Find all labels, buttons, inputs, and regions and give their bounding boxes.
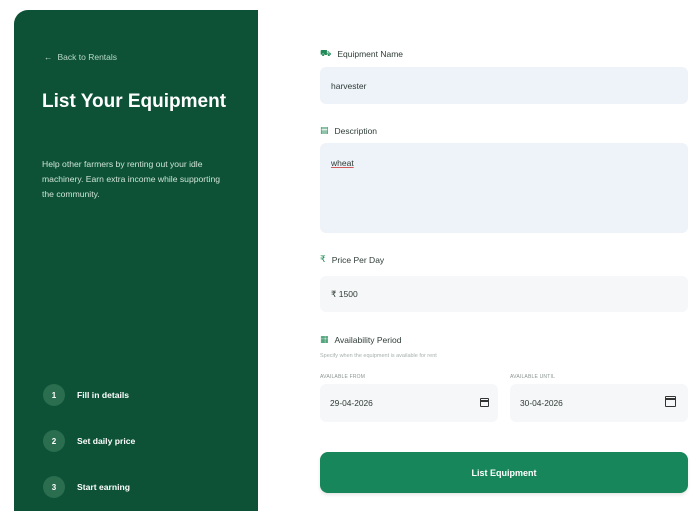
until-date-value: 30-04-2026: [520, 398, 563, 408]
tractor-icon: ⛟: [320, 48, 332, 58]
calendar-picker-icon[interactable]: [665, 396, 676, 407]
step-label: Set daily price: [77, 436, 136, 446]
calendar-icon: ▦: [320, 334, 329, 344]
steps-list: 1 Fill in details 2 Set daily price 3 Start…: [43, 383, 135, 511]
equipment-name-input[interactable]: harvester: [320, 67, 688, 104]
step-label: Fill in details: [77, 390, 130, 400]
description-label: ▤ Description: [320, 125, 378, 136]
step-label: Start earning: [77, 482, 131, 492]
description-textarea[interactable]: wheat: [320, 143, 688, 233]
step-item: 1 Fill in details: [43, 383, 135, 407]
from-label: AVAILABLE FROM: [320, 374, 366, 380]
available-until-input[interactable]: 30-04-2026: [510, 384, 688, 422]
step-item: 2 Set daily price: [43, 429, 135, 453]
rupee-icon: ₹: [320, 254, 326, 264]
step-number: 3: [43, 476, 65, 498]
step-number: 2: [43, 430, 65, 452]
equipment-name-label: ⛟ Equipment Name: [320, 48, 403, 59]
page-title: List Your Equipment: [42, 91, 227, 112]
document-icon: ▤: [320, 125, 329, 135]
sidebar-description: Help other farmers by renting out your i…: [42, 159, 221, 199]
availability-hint: Specify when the equipment is available …: [320, 353, 437, 359]
until-label: AVAILABLE UNTIL: [510, 374, 556, 380]
step-number: 1: [43, 384, 65, 406]
from-date-value: 29-04-2026: [330, 398, 373, 408]
list-equipment-button[interactable]: List Equipment: [320, 452, 688, 493]
calendar-picker-icon[interactable]: [480, 398, 489, 407]
form-panel: ⛟ Equipment Name harvester ▤ Description w…: [258, 10, 696, 511]
price-input[interactable]: ₹ 1500: [320, 276, 688, 312]
price-label: ₹ Price Per Day: [320, 254, 385, 265]
available-from-input[interactable]: 29-04-2026: [320, 384, 498, 422]
sidebar-panel: ← Back to Rentals List Your Equipment Hel…: [14, 10, 258, 511]
step-item: 3 Start earning: [43, 475, 135, 499]
availability-label: ▦ Availability Period: [320, 334, 402, 345]
back-label: Back to Rentals: [57, 52, 118, 62]
arrow-left-icon: ←: [44, 52, 53, 62]
back-to-rentals-link[interactable]: ← Back to Rentals: [44, 52, 117, 62]
